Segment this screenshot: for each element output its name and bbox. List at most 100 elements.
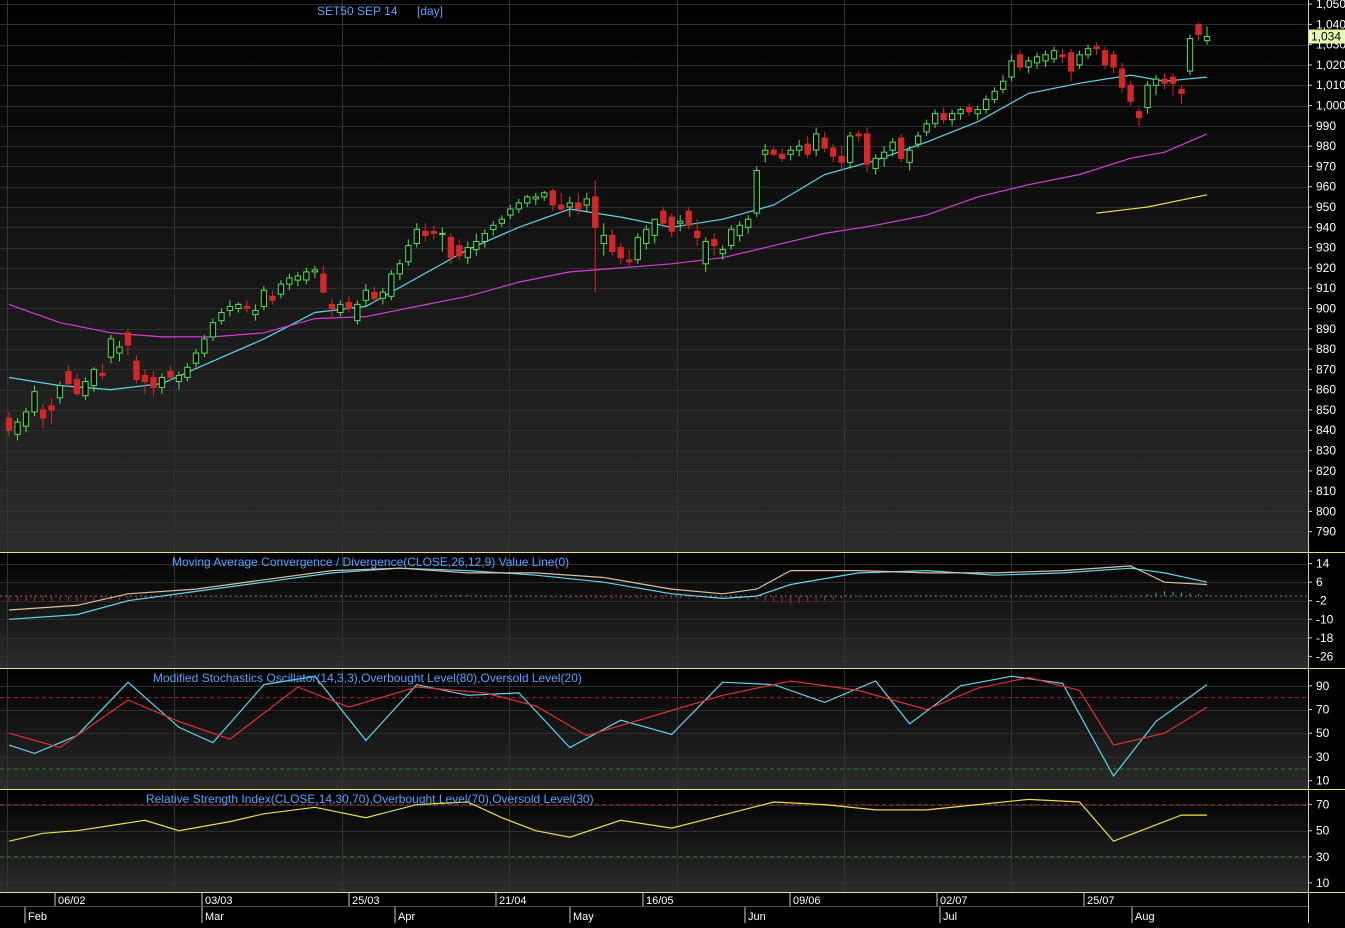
candle-body — [107, 338, 115, 358]
candle-body — [235, 303, 242, 309]
y-tick-label: 1,000 — [1316, 99, 1345, 113]
y-tick-label: 870 — [1316, 362, 1336, 376]
candle-body — [1016, 54, 1024, 68]
candle-body — [133, 360, 140, 381]
candle-body — [923, 123, 930, 133]
candle-body — [966, 107, 973, 113]
candle-body — [660, 210, 667, 224]
y-tick-label: 70 — [1316, 703, 1330, 717]
candle-body — [821, 137, 828, 149]
candle-body — [932, 113, 939, 125]
candle-body — [158, 377, 166, 389]
candle-body — [1203, 36, 1211, 42]
trading-chart[interactable]: 790 800 810 820 830 840 850 860 870 880 890 900 910 9… — [0, 0, 1345, 923]
x-month-label: Apr — [398, 911, 415, 923]
y-tick-label: 940 — [1316, 220, 1336, 234]
candle-body — [252, 310, 259, 316]
candle-body — [524, 196, 531, 204]
y-tick-label: -26 — [1316, 649, 1334, 663]
candle-body — [1033, 56, 1041, 64]
candle-body — [22, 411, 30, 427]
candle-body — [1169, 76, 1177, 84]
candle-body — [864, 133, 871, 165]
candle-body — [490, 224, 497, 230]
x-date-label: 09/06 — [793, 895, 821, 907]
candle-body — [243, 305, 251, 309]
y-tick-label: 820 — [1316, 464, 1336, 478]
candle-body — [456, 245, 463, 257]
candle-body — [345, 301, 353, 309]
candle-body — [396, 263, 404, 275]
candle-body — [422, 230, 429, 236]
candle-body — [464, 247, 472, 259]
candle-body — [991, 90, 998, 100]
candle-139[interactable] — [1186, 34, 1194, 76]
candle-body — [609, 234, 616, 253]
candle-body — [150, 377, 157, 389]
candle-body — [65, 370, 72, 385]
candle-body — [167, 370, 174, 378]
candle-body — [872, 157, 879, 169]
candle-body — [583, 198, 590, 206]
chart-svg[interactable]: 790 800 810 820 830 840 850 860 870 880 890 900 910 9… — [0, 0, 1345, 923]
y-tick-label: -2 — [1316, 594, 1327, 608]
candle-body — [73, 379, 81, 395]
x-date-label: 16/05 — [646, 895, 674, 907]
candle-body — [116, 346, 123, 354]
stochastics-title: Modified Stochastics Oscillator(14,3,3),… — [153, 671, 582, 685]
x-date-label: 21/04 — [499, 895, 527, 907]
candle-body — [1000, 80, 1007, 90]
candle-45[interactable] — [388, 269, 395, 301]
candle-body — [694, 230, 701, 238]
candle-body — [82, 381, 89, 397]
candle-body — [447, 236, 455, 259]
candle-body — [949, 113, 956, 121]
candle-body — [303, 271, 310, 281]
x-date-label: 25/03 — [352, 895, 380, 907]
candle-body — [405, 245, 412, 263]
y-tick-label: 790 — [1316, 525, 1336, 539]
candle-body — [439, 232, 446, 235]
y-tick-label: 6 — [1316, 575, 1323, 589]
candle-body — [702, 241, 709, 265]
candle-74[interactable] — [634, 233, 641, 264]
candle-body — [218, 312, 225, 322]
candle-body — [1059, 54, 1066, 58]
candle-body — [1152, 78, 1160, 86]
candle-body — [906, 149, 913, 163]
candle-body — [175, 374, 183, 382]
candle-body — [379, 291, 387, 299]
candle-30[interactable] — [260, 286, 268, 311]
x-month-label: Feb — [28, 911, 47, 923]
candle-body — [1042, 54, 1049, 62]
y-tick-label: 890 — [1316, 322, 1336, 336]
macd-title: Moving Average Convergence / Divergence(… — [172, 555, 569, 569]
candle-body — [796, 145, 803, 151]
candle-body — [507, 208, 514, 216]
candle-132[interactable] — [1127, 81, 1134, 106]
candle-body — [677, 220, 684, 224]
candle-body — [1144, 84, 1151, 108]
candle-body — [719, 249, 726, 255]
y-tick-label: 50 — [1316, 824, 1330, 838]
y-tick-label: 980 — [1316, 139, 1336, 153]
panel-background-0 — [0, 0, 1308, 552]
candle-body — [320, 273, 327, 293]
candle-body — [31, 391, 38, 413]
candle-body — [328, 303, 336, 309]
candle-body — [1093, 46, 1100, 50]
x-month-label: May — [573, 911, 594, 923]
candle-body — [957, 109, 964, 115]
candle-85[interactable] — [728, 225, 735, 250]
candle-41[interactable] — [354, 300, 361, 325]
candle-body — [515, 202, 523, 210]
candle-88[interactable] — [753, 166, 760, 218]
candle-body — [753, 170, 760, 214]
candle-body — [592, 196, 599, 228]
candle-body — [277, 283, 285, 295]
candle-body — [626, 259, 633, 263]
candle-body — [575, 202, 582, 210]
y-tick-label: 840 — [1316, 423, 1336, 437]
candle-105[interactable] — [898, 133, 905, 163]
candle-body — [983, 98, 990, 111]
